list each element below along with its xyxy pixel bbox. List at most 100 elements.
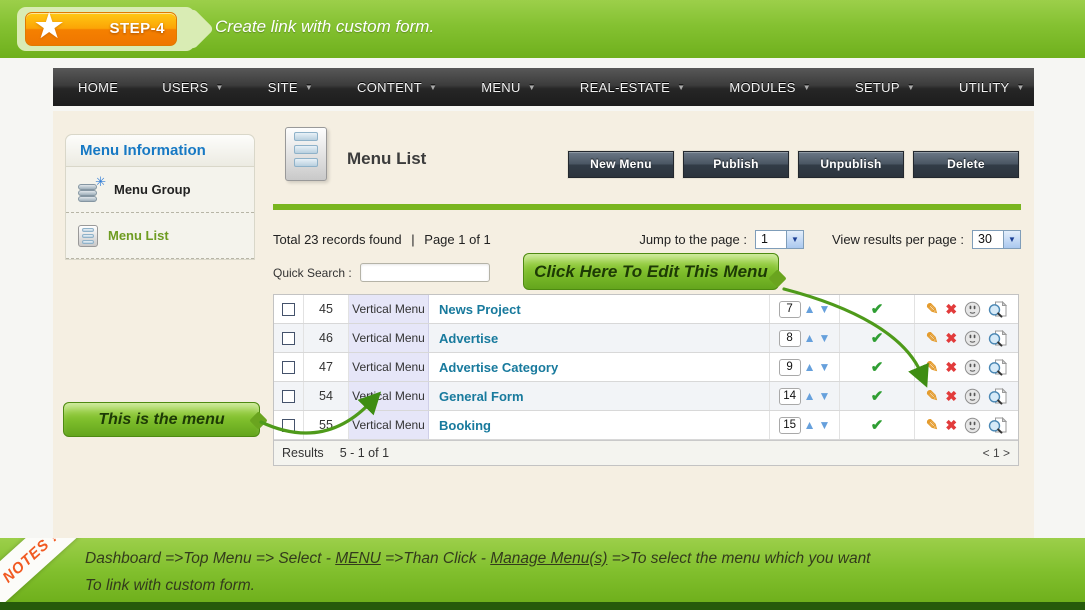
- row-id: 45: [304, 295, 349, 323]
- move-up-icon[interactable]: ▲: [804, 361, 816, 373]
- spark-icon: ✳: [95, 174, 106, 190]
- per-page-select[interactable]: 30 ▼: [972, 230, 1021, 249]
- nav-item-site[interactable]: SITE▼: [246, 80, 335, 95]
- preview-icon[interactable]: [988, 359, 1007, 376]
- nav-item-utility[interactable]: UTILITY▼: [937, 80, 1047, 95]
- delete-icon[interactable]: ✖: [945, 418, 957, 432]
- nav-item-content[interactable]: CONTENT▼: [335, 80, 459, 95]
- nav-label: UTILITY: [959, 80, 1010, 95]
- delete-icon[interactable]: ✖: [945, 360, 957, 374]
- delete-icon[interactable]: ✖: [945, 389, 957, 403]
- sidebar-item-menu-list[interactable]: Menu List: [66, 213, 254, 259]
- jump-to-page-select[interactable]: 1 ▼: [755, 230, 804, 249]
- smiley-icon[interactable]: [964, 388, 981, 405]
- edit-icon[interactable]: ✎: [926, 302, 939, 317]
- table-row: 55 Vertical Menu Booking 15 ▲ ▼ ✔ ✎ ✖: [274, 411, 1018, 440]
- nav-item-menu[interactable]: MENU▼: [459, 80, 558, 95]
- row-checkbox[interactable]: [282, 303, 295, 316]
- order-input[interactable]: 7: [779, 301, 801, 318]
- move-down-icon[interactable]: ▼: [819, 419, 831, 431]
- delete-button[interactable]: Delete: [913, 151, 1019, 178]
- row-status-cell: ✔: [840, 411, 915, 439]
- nav-item-home[interactable]: HOME: [56, 80, 140, 95]
- row-checkbox[interactable]: [282, 419, 295, 432]
- row-menu-name-link[interactable]: Advertise: [429, 324, 770, 352]
- move-down-icon[interactable]: ▼: [819, 303, 831, 315]
- move-up-icon[interactable]: ▲: [804, 419, 816, 431]
- table-row: 45 Vertical Menu News Project 7 ▲ ▼ ✔ ✎ …: [274, 295, 1018, 324]
- smiley-icon[interactable]: [964, 417, 981, 434]
- notes-ribbon: NOTES !: [0, 538, 98, 602]
- move-up-icon[interactable]: ▲: [804, 332, 816, 344]
- results-label: Results: [282, 446, 324, 460]
- order-input[interactable]: 8: [779, 330, 801, 347]
- row-menu-name-link[interactable]: News Project: [429, 295, 770, 323]
- row-checkbox-cell: [274, 411, 304, 439]
- new-menu-button[interactable]: New Menu: [568, 151, 674, 178]
- preview-icon[interactable]: [988, 301, 1007, 318]
- row-checkbox[interactable]: [282, 361, 295, 374]
- order-input[interactable]: 15: [779, 417, 801, 434]
- preview-icon[interactable]: [988, 330, 1007, 347]
- order-input[interactable]: 14: [779, 388, 801, 405]
- row-checkbox[interactable]: [282, 390, 295, 403]
- smiley-icon[interactable]: [964, 301, 981, 318]
- preview-icon[interactable]: [988, 417, 1007, 434]
- published-check-icon[interactable]: ✔: [871, 416, 884, 434]
- row-id: 46: [304, 324, 349, 352]
- published-check-icon[interactable]: ✔: [871, 387, 884, 405]
- dropdown-arrow-icon: ▼: [786, 231, 803, 248]
- nav-item-real-estate[interactable]: REAL-ESTATE▼: [558, 80, 707, 95]
- quick-search-input[interactable]: [360, 263, 490, 282]
- delete-icon[interactable]: ✖: [945, 302, 957, 316]
- delete-icon[interactable]: ✖: [945, 331, 957, 345]
- move-down-icon[interactable]: ▼: [819, 390, 831, 402]
- top-nav: HOME USERS▼ SITE▼ CONTENT▼ MENU▼ REAL-ES…: [53, 68, 1034, 106]
- callout-this-is-the-menu: This is the menu: [63, 402, 260, 437]
- move-up-icon[interactable]: ▲: [804, 303, 816, 315]
- move-down-icon[interactable]: ▼: [819, 361, 831, 373]
- star-icon: ★: [33, 5, 65, 47]
- nav-item-modules[interactable]: MODULES▼: [707, 80, 833, 95]
- move-down-icon[interactable]: ▼: [819, 332, 831, 344]
- row-checkbox[interactable]: [282, 332, 295, 345]
- records-total: Total 23 records found: [273, 232, 402, 247]
- chevron-down-icon: ▼: [429, 83, 437, 92]
- callout-click-here-to-edit: Click Here To Edit This Menu: [523, 253, 779, 290]
- row-group-label: Vertical Menu: [349, 382, 429, 410]
- nav-item-users[interactable]: USERS▼: [140, 80, 246, 95]
- edit-icon[interactable]: ✎: [926, 389, 939, 404]
- nav-label: MENU: [481, 80, 520, 95]
- move-up-icon[interactable]: ▲: [804, 390, 816, 402]
- row-menu-name-link[interactable]: Booking: [429, 411, 770, 439]
- order-input[interactable]: 9: [779, 359, 801, 376]
- published-check-icon[interactable]: ✔: [871, 358, 884, 376]
- sidebar-item-menu-group[interactable]: ✳ Menu Group: [66, 167, 254, 213]
- jump-to-page-label: Jump to the page :: [639, 232, 747, 247]
- step-label: STEP-4: [109, 20, 165, 37]
- pager[interactable]: < 1 >: [983, 446, 1010, 460]
- edit-icon[interactable]: ✎: [926, 418, 939, 433]
- notes-line-1: Dashboard =>Top Menu => Select - MENU =>…: [85, 545, 1055, 572]
- row-menu-name-link[interactable]: Advertise Category: [429, 353, 770, 381]
- row-status-cell: ✔: [840, 353, 915, 381]
- page-title: Menu List: [347, 149, 426, 169]
- preview-icon[interactable]: [988, 388, 1007, 405]
- edit-icon[interactable]: ✎: [926, 360, 939, 375]
- edit-icon[interactable]: ✎: [926, 331, 939, 346]
- row-actions-cell: ✎ ✖: [915, 295, 1018, 323]
- chevron-down-icon: ▼: [907, 83, 915, 92]
- smiley-icon[interactable]: [964, 359, 981, 376]
- smiley-icon[interactable]: [964, 330, 981, 347]
- publish-button[interactable]: Publish: [683, 151, 789, 178]
- main-panel: Menu List New Menu Publish Unpublish Del…: [273, 111, 1021, 538]
- nav-item-setup[interactable]: SETUP▼: [833, 80, 937, 95]
- row-status-cell: ✔: [840, 382, 915, 410]
- records-info-row: Total 23 records found | Page 1 of 1 Jum…: [273, 230, 1021, 249]
- published-check-icon[interactable]: ✔: [871, 329, 884, 347]
- unpublish-button[interactable]: Unpublish: [798, 151, 904, 178]
- row-menu-name-link[interactable]: General Form: [429, 382, 770, 410]
- quick-search-row: Quick Search :: [273, 263, 490, 282]
- records-summary: Total 23 records found | Page 1 of 1: [273, 232, 497, 247]
- published-check-icon[interactable]: ✔: [871, 300, 884, 318]
